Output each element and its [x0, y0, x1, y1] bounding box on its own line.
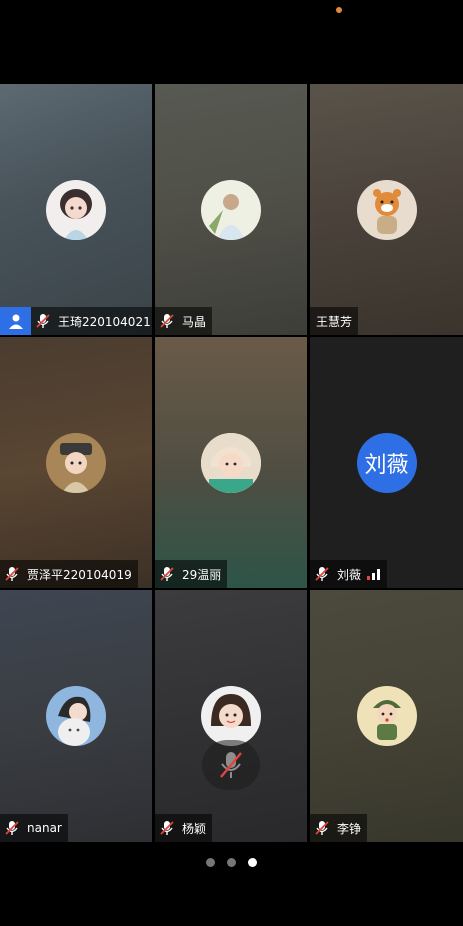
- participant-namebar: 29温丽: [155, 560, 228, 588]
- mic-muted-icon: [160, 314, 174, 328]
- participant-tile[interactable]: nanar: [0, 590, 152, 842]
- girl-with-cat-avatar: [46, 686, 106, 746]
- participant-name: 王琦220104021: [58, 314, 151, 329]
- meeting-screen: 王琦220104021 马晶 王慧芳 贾泽平220104019 29温丽 刘薇 …: [0, 0, 463, 926]
- mic-muted-icon: [36, 314, 50, 328]
- participant-namebar: 刘薇: [310, 560, 388, 588]
- mic-muted-icon: [315, 821, 329, 835]
- participant-name: 马晶: [182, 314, 207, 329]
- soldier-cartoon-avatar: [356, 686, 417, 746]
- signal-strength-icon: [367, 569, 381, 580]
- participant-namebar: 王慧芳: [310, 307, 359, 335]
- mute-toggle-button[interactable]: [202, 740, 260, 790]
- page-indicator[interactable]: [0, 858, 463, 867]
- participant-name: 29温丽: [182, 567, 222, 582]
- host-badge: [0, 307, 31, 335]
- mic-muted-icon: [5, 567, 19, 581]
- participant-namebar: 王琦220104021: [31, 307, 152, 335]
- participant-name: 王慧芳: [316, 314, 353, 329]
- girl-photo-avatar: [201, 686, 261, 746]
- participant-name: 李铮: [337, 821, 362, 836]
- tiger-avatar: [356, 179, 417, 240]
- participant-name: 贾泽平220104019: [27, 567, 132, 582]
- participant-namebar: 杨颖: [155, 814, 213, 842]
- page-dot[interactable]: [206, 858, 215, 867]
- participant-name: 刘薇: [337, 567, 362, 582]
- text-avatar: 刘薇: [356, 432, 417, 493]
- illustration-avatar: [201, 179, 261, 240]
- baby-avatar: [201, 432, 261, 493]
- participant-namebar: 李铮: [310, 814, 368, 842]
- mic-muted-icon: [315, 567, 329, 581]
- participant-tile[interactable]: 29温丽: [155, 337, 307, 588]
- mic-muted-icon: [160, 567, 174, 581]
- mic-muted-icon: [5, 821, 19, 835]
- participant-grid: 王琦220104021 马晶 王慧芳 贾泽平220104019 29温丽 刘薇 …: [0, 84, 463, 842]
- participant-tile[interactable]: 王慧芳: [310, 84, 463, 335]
- mic-muted-icon: [220, 752, 242, 778]
- mic-muted-icon: [160, 821, 174, 835]
- participant-tile[interactable]: 王琦220104021: [0, 84, 152, 335]
- participant-tile[interactable]: 李铮: [310, 590, 463, 842]
- participant-tile[interactable]: 杨颖: [155, 590, 307, 842]
- participant-namebar: nanar: [0, 814, 68, 842]
- camera-indicator-dot: [336, 7, 342, 13]
- participant-name: 杨颖: [182, 821, 207, 836]
- participant-namebar: 马晶: [155, 307, 213, 335]
- cartoon-girl-avatar: [46, 179, 106, 240]
- person-icon: [8, 314, 23, 329]
- participant-tile[interactable]: 贾泽平220104019: [0, 337, 152, 588]
- participant-tile[interactable]: 刘薇 刘薇: [310, 337, 463, 588]
- page-dot-active[interactable]: [248, 858, 257, 867]
- participant-namebar: 贾泽平220104019: [0, 560, 138, 588]
- participant-name: nanar: [27, 821, 62, 835]
- participant-tile[interactable]: 马晶: [155, 84, 307, 335]
- cartoon-character-avatar: [46, 432, 106, 493]
- page-dot[interactable]: [227, 858, 236, 867]
